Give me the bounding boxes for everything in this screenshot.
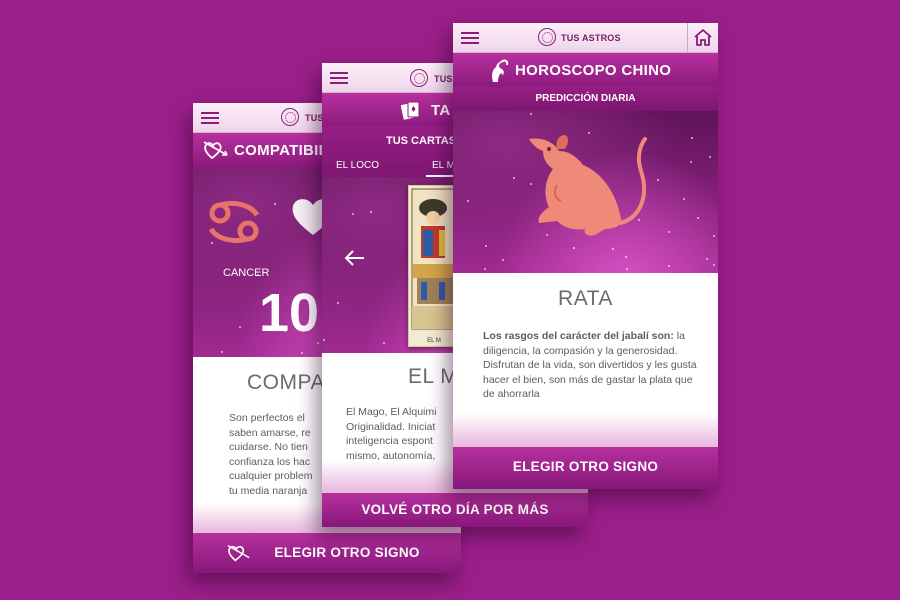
star-decoration — [323, 339, 325, 341]
section-header: HOROSCOPO CHINO — [453, 53, 718, 87]
section-title: HOROSCOPO CHINO — [515, 62, 672, 79]
top-bar: TUS ASTROS — [453, 23, 718, 53]
heart-arrow-icon — [203, 141, 228, 160]
star-decoration — [352, 213, 354, 215]
star-decoration — [337, 302, 339, 304]
star-decoration — [691, 137, 693, 139]
star-decoration — [668, 231, 670, 233]
star-decoration — [713, 264, 715, 266]
star-decoration — [697, 217, 699, 219]
star-decoration — [502, 259, 504, 261]
logo-icon — [410, 69, 428, 87]
star-decoration — [626, 268, 628, 270]
result-text: Los rasgos del carácter del jabalí son: … — [483, 329, 698, 402]
result-title: RATA — [558, 287, 613, 310]
star-decoration — [690, 161, 692, 163]
star-decoration — [657, 179, 659, 181]
star-decoration — [683, 198, 685, 200]
star-decoration — [713, 235, 715, 237]
divider — [687, 23, 688, 53]
section-title: TA — [431, 102, 451, 119]
menu-icon[interactable] — [330, 72, 348, 84]
tab-el-mago[interactable]: EL M — [432, 160, 455, 171]
choose-sign-button[interactable]: ELEGIR OTRO SIGNO — [453, 447, 718, 489]
star-decoration — [709, 156, 711, 158]
star-decoration — [239, 326, 241, 328]
star-decoration — [612, 248, 614, 250]
card-caption: EL M — [427, 338, 441, 344]
star-decoration — [485, 245, 487, 247]
tarot-cards-icon — [400, 101, 420, 120]
goat-icon — [492, 59, 509, 82]
choose-sign-label: ELEGIR OTRO SIGNO — [274, 545, 420, 560]
home-icon[interactable] — [693, 28, 713, 47]
star-decoration — [484, 268, 486, 270]
star-decoration — [467, 200, 469, 202]
come-back-label: VOLVÉ OTRO DÍA POR MÁS — [361, 502, 549, 517]
sub-title: TUS CARTAS — [386, 135, 457, 147]
logo-icon — [538, 28, 556, 46]
daily-prediction-bar: PREDICCIÓN DIARIA — [453, 87, 718, 111]
tab-el-loco[interactable]: EL LOCO — [336, 160, 379, 171]
rat-icon — [529, 135, 647, 236]
star-decoration — [706, 258, 708, 260]
choose-sign-label: ELEGIR OTRO SIGNO — [512, 459, 659, 474]
menu-icon[interactable] — [201, 112, 219, 124]
star-decoration — [573, 247, 575, 249]
star-decoration — [383, 342, 385, 344]
star-decoration — [301, 352, 303, 354]
star-decoration — [668, 265, 670, 267]
star-decoration — [625, 256, 627, 258]
logo-text: TUS ASTROS — [561, 33, 621, 43]
compatibility-score: 10 — [259, 283, 320, 343]
star-decoration — [274, 203, 276, 205]
sign-name: CANCER — [223, 267, 270, 279]
arrow-left-icon[interactable] — [344, 249, 366, 267]
section-title: COMPATIBIL — [234, 142, 329, 159]
footer-fade — [453, 413, 718, 447]
logo-icon — [281, 108, 299, 126]
come-back-button[interactable]: VOLVÉ OTRO DÍA POR MÁS — [322, 493, 588, 527]
cancer-sign-icon — [208, 200, 260, 244]
chinese-horoscope-screen: TUS ASTROS HOROSCOPO CHINO PREDICCIÓN DI… — [453, 23, 718, 489]
star-decoration — [370, 211, 372, 213]
result-text-bold: Los rasgos del carácter del jabalí son: — [483, 330, 674, 342]
choose-sign-button[interactable]: ELEGIR OTRO SIGNO — [193, 533, 461, 573]
chinese-hero — [453, 111, 718, 273]
sub-title: PREDICCIÓN DIARIA — [535, 93, 636, 104]
star-decoration — [221, 351, 223, 353]
menu-icon[interactable] — [461, 32, 479, 44]
heart-arrow-icon — [227, 544, 250, 562]
star-decoration — [530, 113, 532, 115]
